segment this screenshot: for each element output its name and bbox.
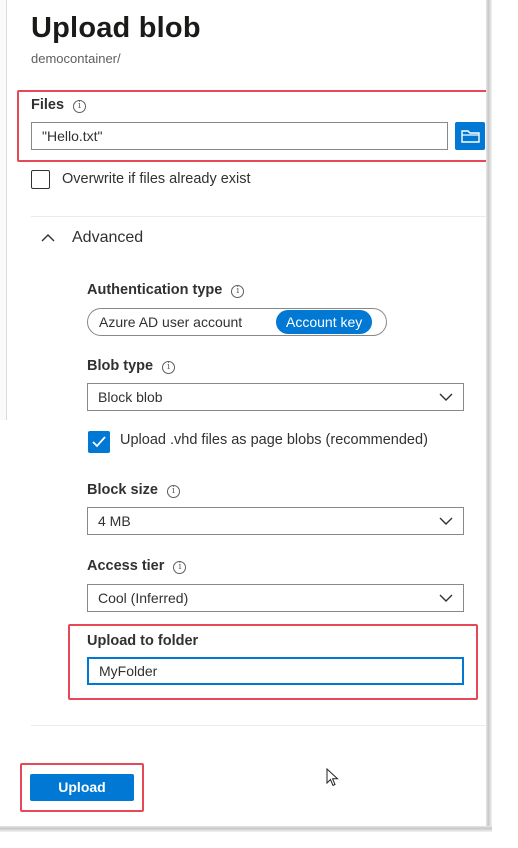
- upload-blob-panel: Upload blob democontainer/ Files i "Hello…: [0, 0, 491, 830]
- block-size-label: Block size: [87, 482, 158, 498]
- info-icon[interactable]: i: [166, 485, 180, 498]
- chevron-up-icon: [41, 234, 55, 242]
- upload-button-highlight: [20, 763, 144, 812]
- chevron-down-icon: [439, 393, 453, 401]
- blob-type-label: Blob type: [87, 358, 154, 374]
- auth-label: Authentication type: [87, 282, 223, 298]
- panel-subtitle: democontainer/: [31, 51, 121, 66]
- block-size-select[interactable]: 4 MB: [87, 507, 464, 535]
- panel-edge-right: [486, 0, 492, 828]
- advanced-toggle-chevron[interactable]: [40, 231, 56, 245]
- blob-type-value: Block blob: [98, 389, 163, 405]
- overwrite-label: Overwrite if files already exist: [62, 171, 251, 187]
- auth-type-toggle: Azure AD user account Account key: [87, 308, 387, 336]
- vhd-page-blob-checkbox[interactable]: [88, 431, 110, 453]
- access-tier-label-row: Access tier i: [87, 558, 187, 574]
- auth-option-account-key[interactable]: Account key: [276, 310, 373, 334]
- access-tier-label: Access tier: [87, 558, 165, 574]
- divider-top: [31, 216, 486, 217]
- auth-label-row: Authentication type i: [87, 282, 245, 298]
- block-size-value: 4 MB: [98, 513, 131, 529]
- overwrite-checkbox[interactable]: [31, 170, 50, 189]
- upload-folder-highlight: [68, 624, 478, 700]
- background-page-strip: [0, 0, 7, 420]
- chevron-down-icon: [439, 594, 453, 602]
- blob-type-select[interactable]: Block blob: [87, 383, 464, 411]
- checkmark-icon: [92, 436, 106, 448]
- advanced-section-header[interactable]: Advanced: [72, 229, 143, 247]
- divider-bottom: [31, 725, 486, 726]
- vhd-page-blob-label: Upload .vhd files as page blobs (recomme…: [120, 432, 428, 448]
- access-tier-value: Cool (Inferred): [98, 590, 189, 606]
- panel-edge-bottom: [0, 826, 492, 832]
- info-icon[interactable]: i: [162, 361, 176, 374]
- chevron-down-icon: [439, 517, 453, 525]
- blob-type-label-row: Blob type i: [87, 358, 176, 374]
- auth-option-azure-ad[interactable]: Azure AD user account: [99, 309, 242, 335]
- info-icon[interactable]: i: [231, 285, 245, 298]
- mouse-cursor-icon: [326, 767, 340, 793]
- files-highlight: [17, 90, 491, 162]
- panel-title: Upload blob: [31, 12, 201, 44]
- info-icon[interactable]: i: [173, 561, 187, 574]
- access-tier-select[interactable]: Cool (Inferred): [87, 584, 464, 612]
- block-size-label-row: Block size i: [87, 482, 180, 498]
